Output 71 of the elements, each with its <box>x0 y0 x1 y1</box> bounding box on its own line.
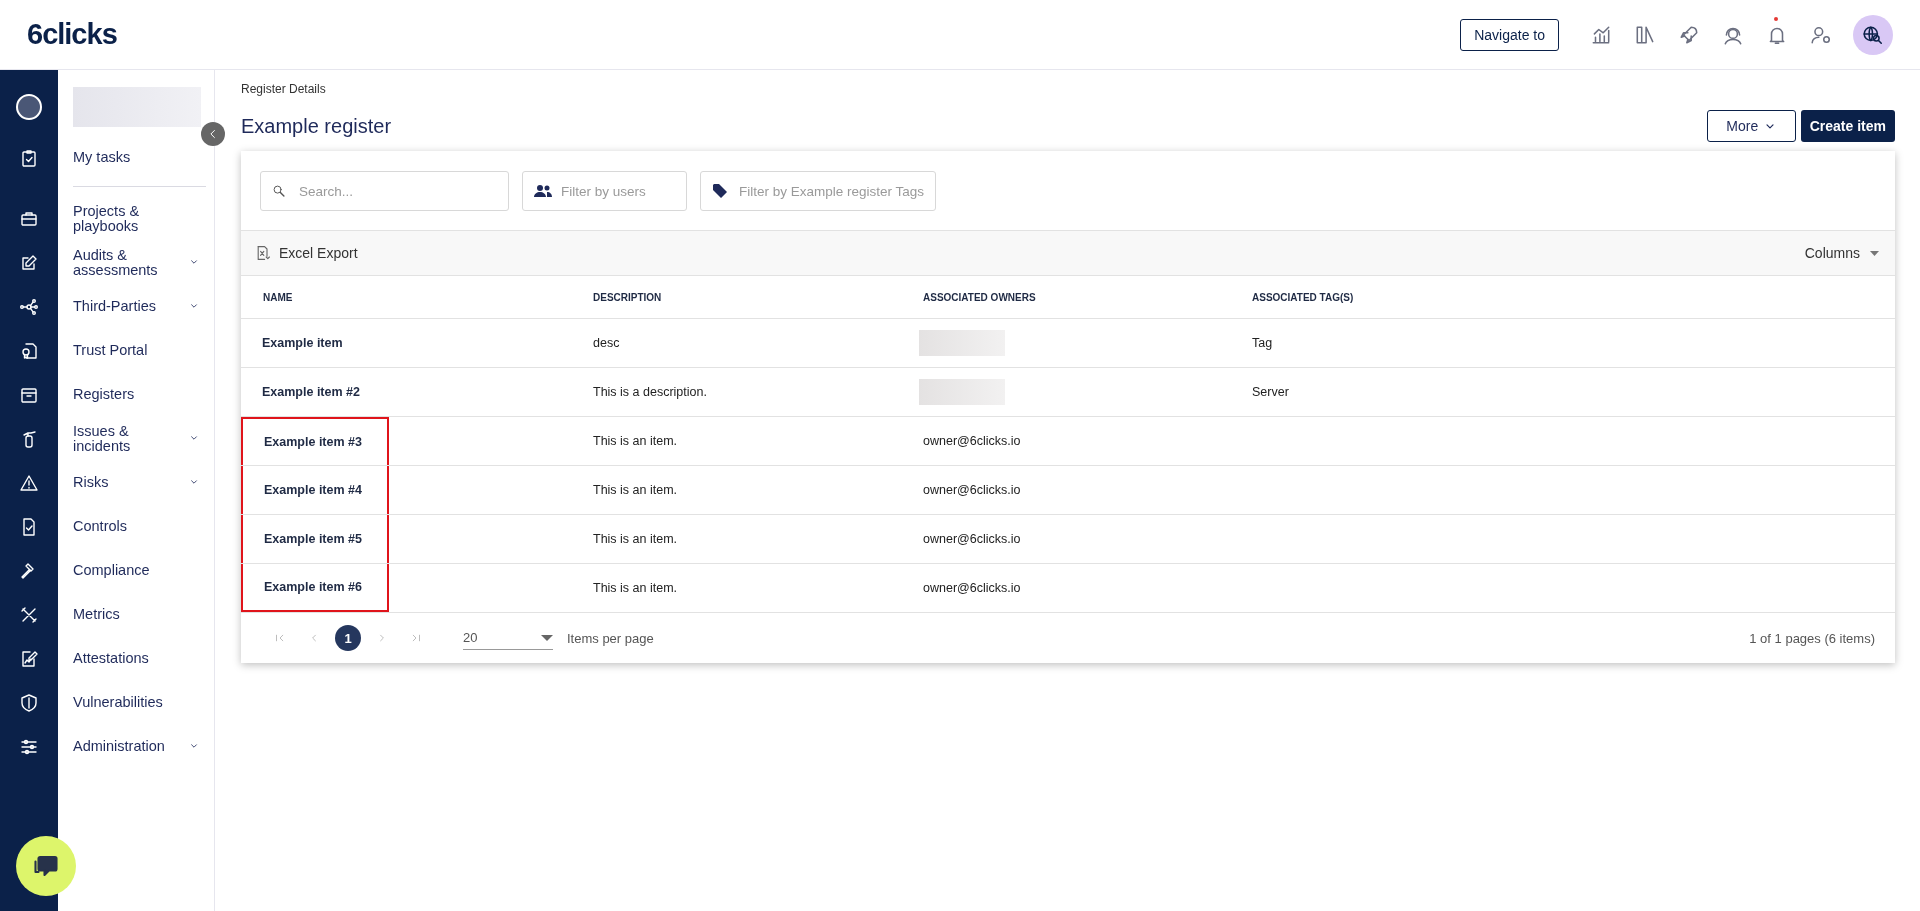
table-cell-text: This is an item. <box>593 434 679 448</box>
sidebar-item[interactable]: Trust Portal <box>58 343 198 359</box>
document-badge-icon <box>19 341 39 361</box>
breadcrumb: Register Details <box>241 82 327 96</box>
sidebar-item[interactable]: Controls <box>58 519 198 535</box>
sidebar-item[interactable]: Metrics <box>58 607 198 623</box>
pencil-square-icon <box>19 253 39 273</box>
navigate-button[interactable]: Navigate to <box>1460 18 1559 51</box>
item-name[interactable]: Example item <box>241 336 343 350</box>
table-cell-text: This is an item. <box>593 532 679 546</box>
caret-icon <box>1870 250 1879 256</box>
page-title: Example register <box>241 114 392 138</box>
table-cell-text: Server <box>1252 385 1290 399</box>
item-name[interactable]: Example item #4 <box>243 483 362 497</box>
sliders-icon <box>19 737 39 757</box>
column-header[interactable]: DESCRIPTION <box>593 291 923 303</box>
sidebar-item[interactable]: Issues & incidents <box>58 423 188 455</box>
network-icon <box>19 297 39 317</box>
profile-avatar[interactable] <box>1853 14 1893 55</box>
sidebar-item[interactable]: My tasks <box>58 150 198 166</box>
item-name[interactable]: Example item #2 <box>241 385 360 399</box>
sidebar-item[interactable]: Compliance <box>58 563 198 579</box>
page-button[interactable]: 1 <box>335 625 361 651</box>
chat-button[interactable] <box>16 836 76 896</box>
user-avatar[interactable] <box>16 94 42 120</box>
sidebar-item[interactable]: Risks <box>58 475 188 491</box>
pagination-summary: 1 of 1 pages (6 items) <box>1749 630 1875 646</box>
search-field[interactable]: Search... <box>260 171 509 211</box>
item-name[interactable]: Example item #5 <box>243 532 362 546</box>
sidebar-item[interactable]: Audits & assessments <box>58 247 188 279</box>
sidebar-item[interactable]: Attestations <box>58 651 198 667</box>
clipboard-check-icon <box>19 148 39 168</box>
table-cell-text: owner@6clicks.io <box>923 483 1022 497</box>
item-name[interactable]: Example item #6 <box>243 580 362 594</box>
table-cell-text: This is an item. <box>593 483 679 497</box>
sidebar-item[interactable]: Vulnerabilities <box>58 695 198 711</box>
page-size-dropdown[interactable]: 20 <box>463 626 553 650</box>
briefcase-icon <box>19 209 39 229</box>
users-icon <box>534 184 552 198</box>
sidebar-item[interactable]: Projects & playbooks <box>58 203 198 235</box>
table-cell-text: This is a description. <box>593 385 708 399</box>
table-cell-text: owner@6clicks.io <box>923 532 1022 546</box>
table-cell-text: owner@6clicks.io <box>923 581 1022 595</box>
caret-icon <box>541 634 553 641</box>
sidebar-item[interactable]: Third-Parties <box>58 299 188 315</box>
signed-document-icon <box>19 649 39 669</box>
more-button[interactable]: More <box>1706 110 1796 142</box>
user-filter-field[interactable]: Filter by users <box>522 171 687 211</box>
column-header[interactable]: NAME <box>241 291 593 303</box>
spreadsheet-icon <box>255 245 271 261</box>
columns-button[interactable]: Columns <box>1804 245 1879 261</box>
shield-icon <box>19 693 39 713</box>
sidebar-item[interactable]: Administration <box>58 739 188 755</box>
item-name[interactable]: Example item #3 <box>243 435 362 449</box>
column-header[interactable]: ASSOCIATED OWNERS <box>923 291 1252 303</box>
table-cell-text: This is an item. <box>593 581 679 595</box>
tag-filter-field[interactable]: Filter by Example register Tags <box>700 171 936 211</box>
excel-export-button[interactable]: Excel Export <box>255 245 358 261</box>
create-item-button[interactable]: Create item <box>1800 110 1895 142</box>
collapse-button[interactable] <box>201 122 225 146</box>
search-icon <box>272 184 286 198</box>
table-cell-text: owner@6clicks.io <box>923 434 1022 448</box>
table-cell-text: desc <box>593 336 621 350</box>
box-icon <box>19 385 39 405</box>
warning-icon <box>19 473 39 493</box>
sidebar-item[interactable]: Registers <box>58 387 198 403</box>
table-cell-text: Tag <box>1252 336 1274 350</box>
app-logo[interactable]: 6clicks <box>27 18 117 51</box>
column-header[interactable]: ASSOCIATED TAG(S) <box>1252 291 1895 303</box>
tag-icon <box>712 183 728 199</box>
page-size-label: Items per page <box>567 630 654 646</box>
